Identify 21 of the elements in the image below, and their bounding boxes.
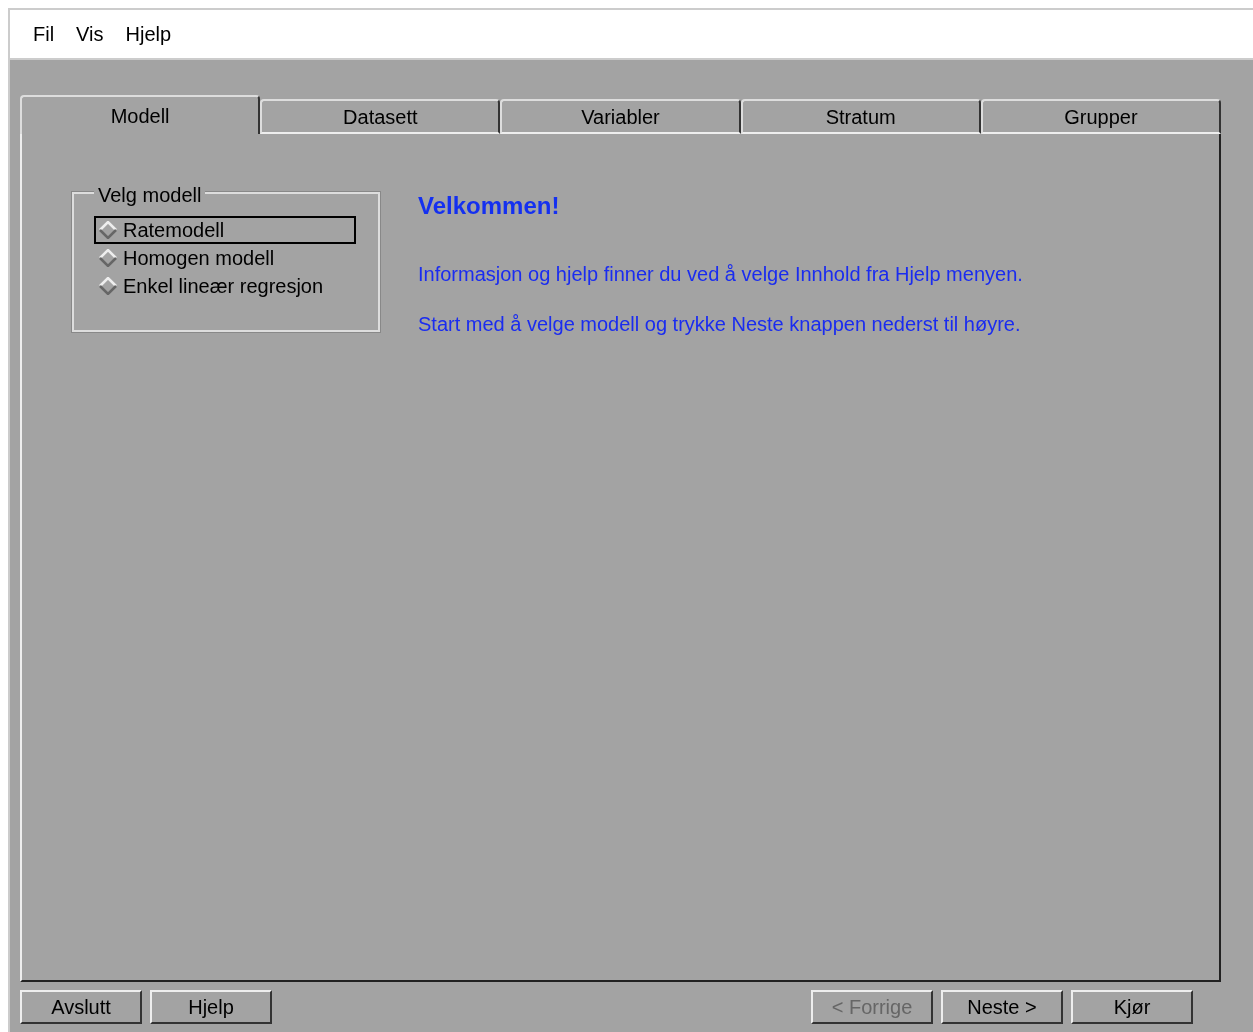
push-button[interactable]: Kjør xyxy=(1071,990,1193,1024)
radio-option[interactable]: Homogen modell xyxy=(94,244,356,272)
radio-diamond-icon xyxy=(99,249,117,267)
tab[interactable]: Datasett xyxy=(260,99,501,134)
welcome-text: Start med å velge modell og trykke Neste knappen nederst til høyre. xyxy=(418,311,1022,337)
welcome-heading: Velkommen! xyxy=(418,192,561,221)
push-button[interactable]: Avslutt xyxy=(20,990,142,1024)
menu-item[interactable]: Vis xyxy=(67,19,113,49)
radio-diamond-icon xyxy=(99,277,117,295)
tab[interactable]: Stratum xyxy=(740,99,981,134)
radio-diamond-icon xyxy=(99,221,117,239)
tab[interactable]: Modell xyxy=(20,95,261,134)
tab[interactable]: Grupper xyxy=(980,99,1221,134)
welcome-text: Informasjon og hjelp finner du ved å velge Innhold fra Hjelp menyen. xyxy=(418,261,1023,287)
push-button[interactable]: Hjelp xyxy=(150,990,272,1024)
menu-item[interactable]: Hjelp xyxy=(116,19,181,49)
radio-option[interactable]: Ratemodell xyxy=(94,216,356,244)
menu-item[interactable]: Fil xyxy=(24,19,64,49)
push-button[interactable]: Neste > xyxy=(941,990,1063,1024)
radio-option[interactable]: Enkel lineær regresjon xyxy=(94,272,356,300)
tab[interactable]: Variabler xyxy=(500,99,741,134)
